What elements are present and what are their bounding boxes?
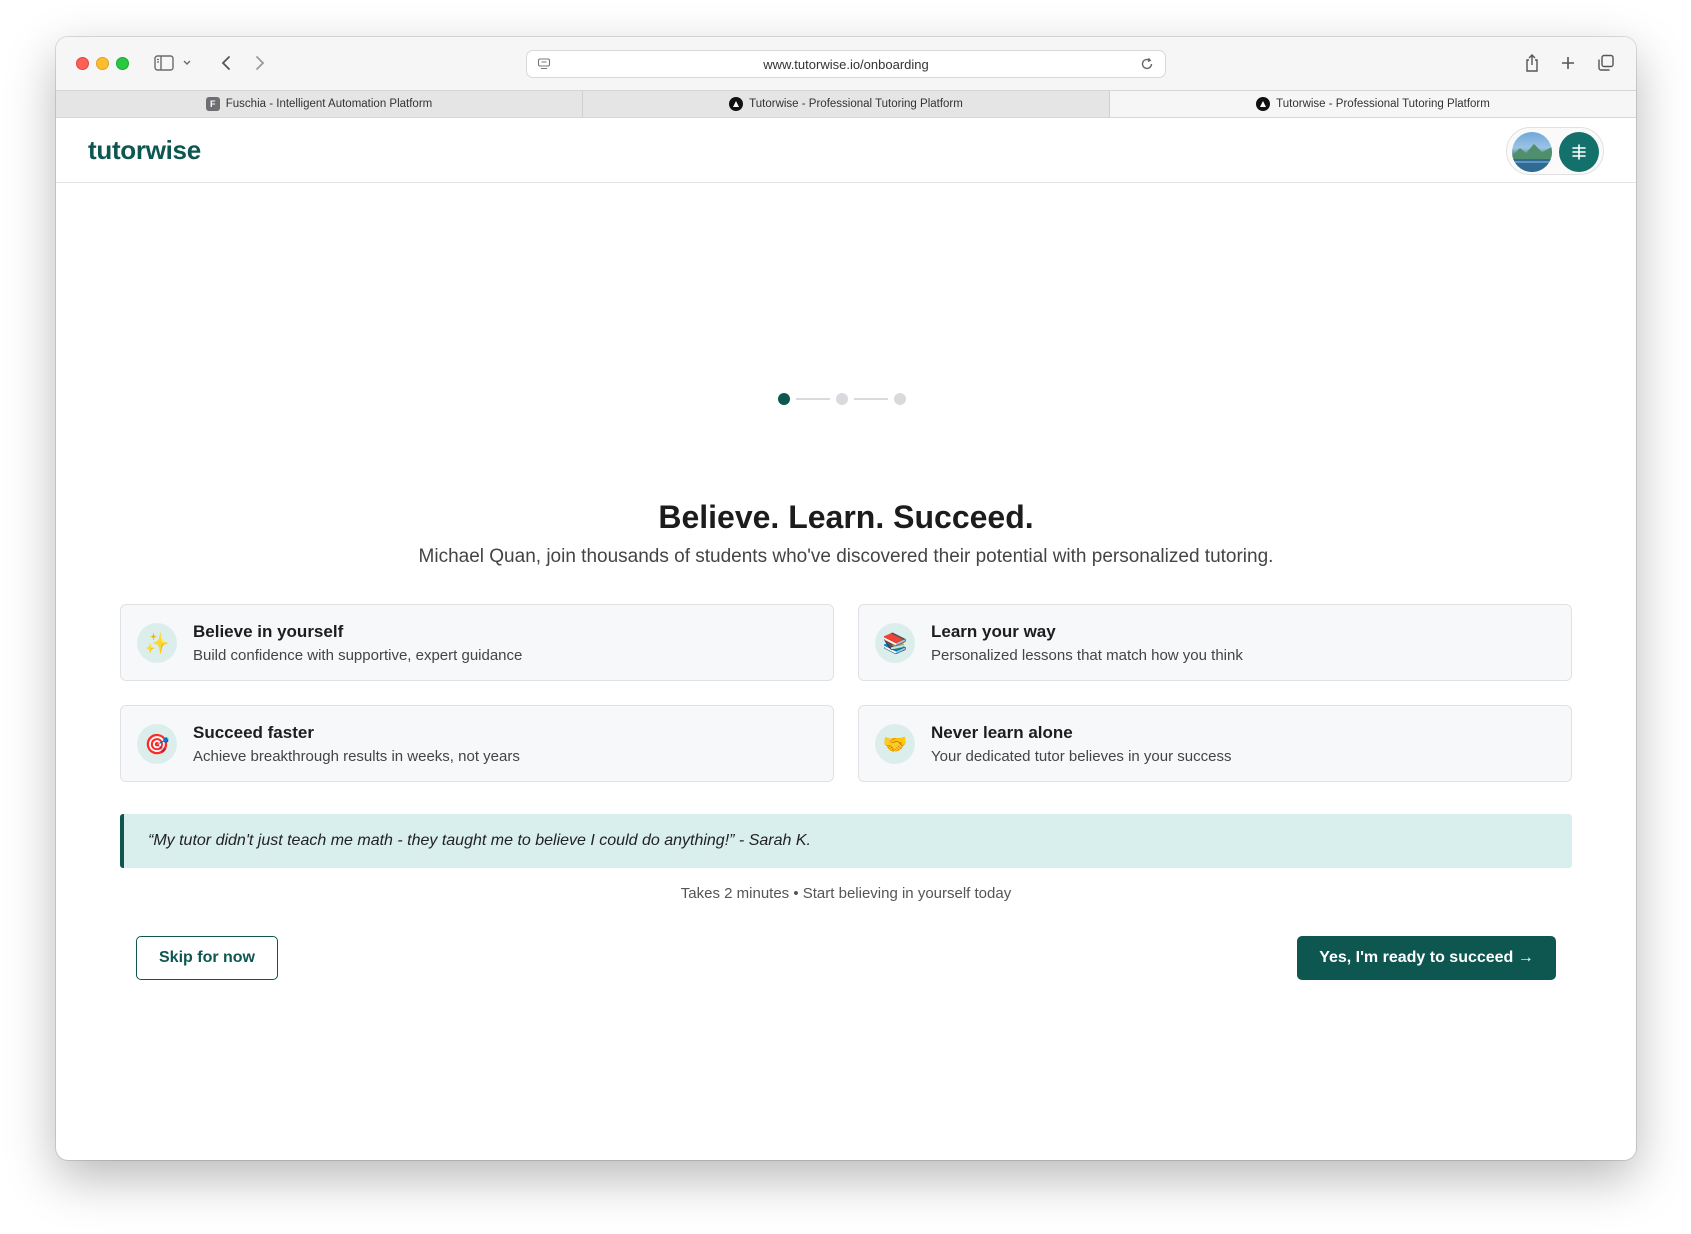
feature-description: Build confidence with supportive, expert… [193, 647, 523, 664]
app-header: tutorwise [56, 119, 1636, 183]
tab-label: Tutorwise - Professional Tutoring Platfo… [749, 98, 963, 110]
forward-arrow-icon[interactable] [250, 51, 270, 75]
tab-overview-icon[interactable] [1596, 51, 1616, 75]
page-subtitle: Michael Quan, join thousands of students… [418, 546, 1274, 567]
tab-tutorwise-active[interactable]: Tutorwise - Professional Tutoring Platfo… [1110, 91, 1636, 117]
feature-card-succeed: 🎯 Succeed faster Achieve breakthrough re… [120, 705, 834, 782]
share-icon[interactable] [1522, 51, 1542, 75]
step-2-dot [836, 393, 848, 405]
testimonial-quote: “My tutor didn't just teach me math - th… [120, 814, 1572, 868]
fuschia-favicon-icon: F [205, 97, 220, 111]
page-title: Believe. Learn. Succeed. [658, 499, 1034, 535]
feature-title: Believe in yourself [193, 622, 344, 641]
step-3-dot [894, 393, 906, 405]
browser-window: www.tutorwise.io/onboarding F Fuschia - … [56, 37, 1636, 1160]
testimonial-text: “My tutor didn't just teach me math - th… [148, 832, 811, 849]
handshake-icon: 🤝 [875, 724, 915, 764]
browser-toolbar: www.tutorwise.io/onboarding [56, 37, 1636, 90]
feature-description: Personalized lessons that match how you … [931, 647, 1243, 664]
ready-to-succeed-button[interactable]: Yes, I'm ready to succeed → [1297, 936, 1556, 980]
tab-fuschia[interactable]: F Fuschia - Intelligent Automation Platf… [56, 91, 583, 117]
user-menu[interactable] [1506, 127, 1604, 175]
target-icon: 🎯 [137, 724, 177, 764]
address-bar[interactable]: www.tutorwise.io/onboarding [526, 50, 1166, 78]
reload-icon[interactable] [1139, 56, 1155, 75]
close-window-button[interactable] [76, 57, 89, 70]
feature-card-believe: ✨ Believe in yourself Build confidence w… [120, 604, 834, 681]
avatar[interactable] [1512, 132, 1552, 172]
tutorwise-favicon-icon [729, 97, 744, 111]
feature-description: Achieve breakthrough results in weeks, n… [193, 748, 520, 765]
progress-stepper [778, 393, 906, 405]
menu-icon[interactable] [1559, 132, 1599, 172]
step-1-dot [778, 393, 790, 405]
tutorwise-favicon-icon [1256, 97, 1271, 111]
feature-grid: ✨ Believe in yourself Build confidence w… [120, 604, 1572, 782]
step-connector [796, 398, 830, 400]
back-arrow-icon[interactable] [216, 51, 236, 75]
chevron-down-icon[interactable] [180, 51, 194, 75]
feature-title: Learn your way [931, 622, 1056, 641]
minimize-window-button[interactable] [96, 57, 109, 70]
time-hint: Takes 2 minutes • Start believing in you… [680, 885, 1012, 902]
step-connector [854, 398, 888, 400]
tab-tutorwise[interactable]: Tutorwise - Professional Tutoring Platfo… [583, 91, 1110, 117]
new-tab-icon[interactable] [1558, 51, 1578, 75]
skip-button[interactable]: Skip for now [136, 936, 278, 980]
feature-title: Succeed faster [193, 723, 314, 742]
zoom-window-button[interactable] [116, 57, 129, 70]
site-settings-icon[interactable] [537, 57, 551, 74]
feature-card-learn: 📚 Learn your way Personalized lessons th… [858, 604, 1572, 681]
sidebar-toggle-icon[interactable] [152, 51, 176, 75]
tab-bar: F Fuschia - Intelligent Automation Platf… [56, 90, 1636, 118]
tutorwise-logo[interactable]: tutorwise [88, 135, 201, 166]
tab-label: Tutorwise - Professional Tutoring Platfo… [1276, 98, 1490, 110]
feature-card-never-alone: 🤝 Never learn alone Your dedicated tutor… [858, 705, 1572, 782]
tab-label: Fuschia - Intelligent Automation Platfor… [225, 98, 433, 110]
feature-title: Never learn alone [931, 723, 1073, 742]
feature-description: Your dedicated tutor believes in your su… [931, 748, 1232, 765]
address-text: www.tutorwise.io/onboarding [763, 56, 929, 72]
books-icon: 📚 [875, 623, 915, 663]
sparkles-icon: ✨ [137, 623, 177, 663]
